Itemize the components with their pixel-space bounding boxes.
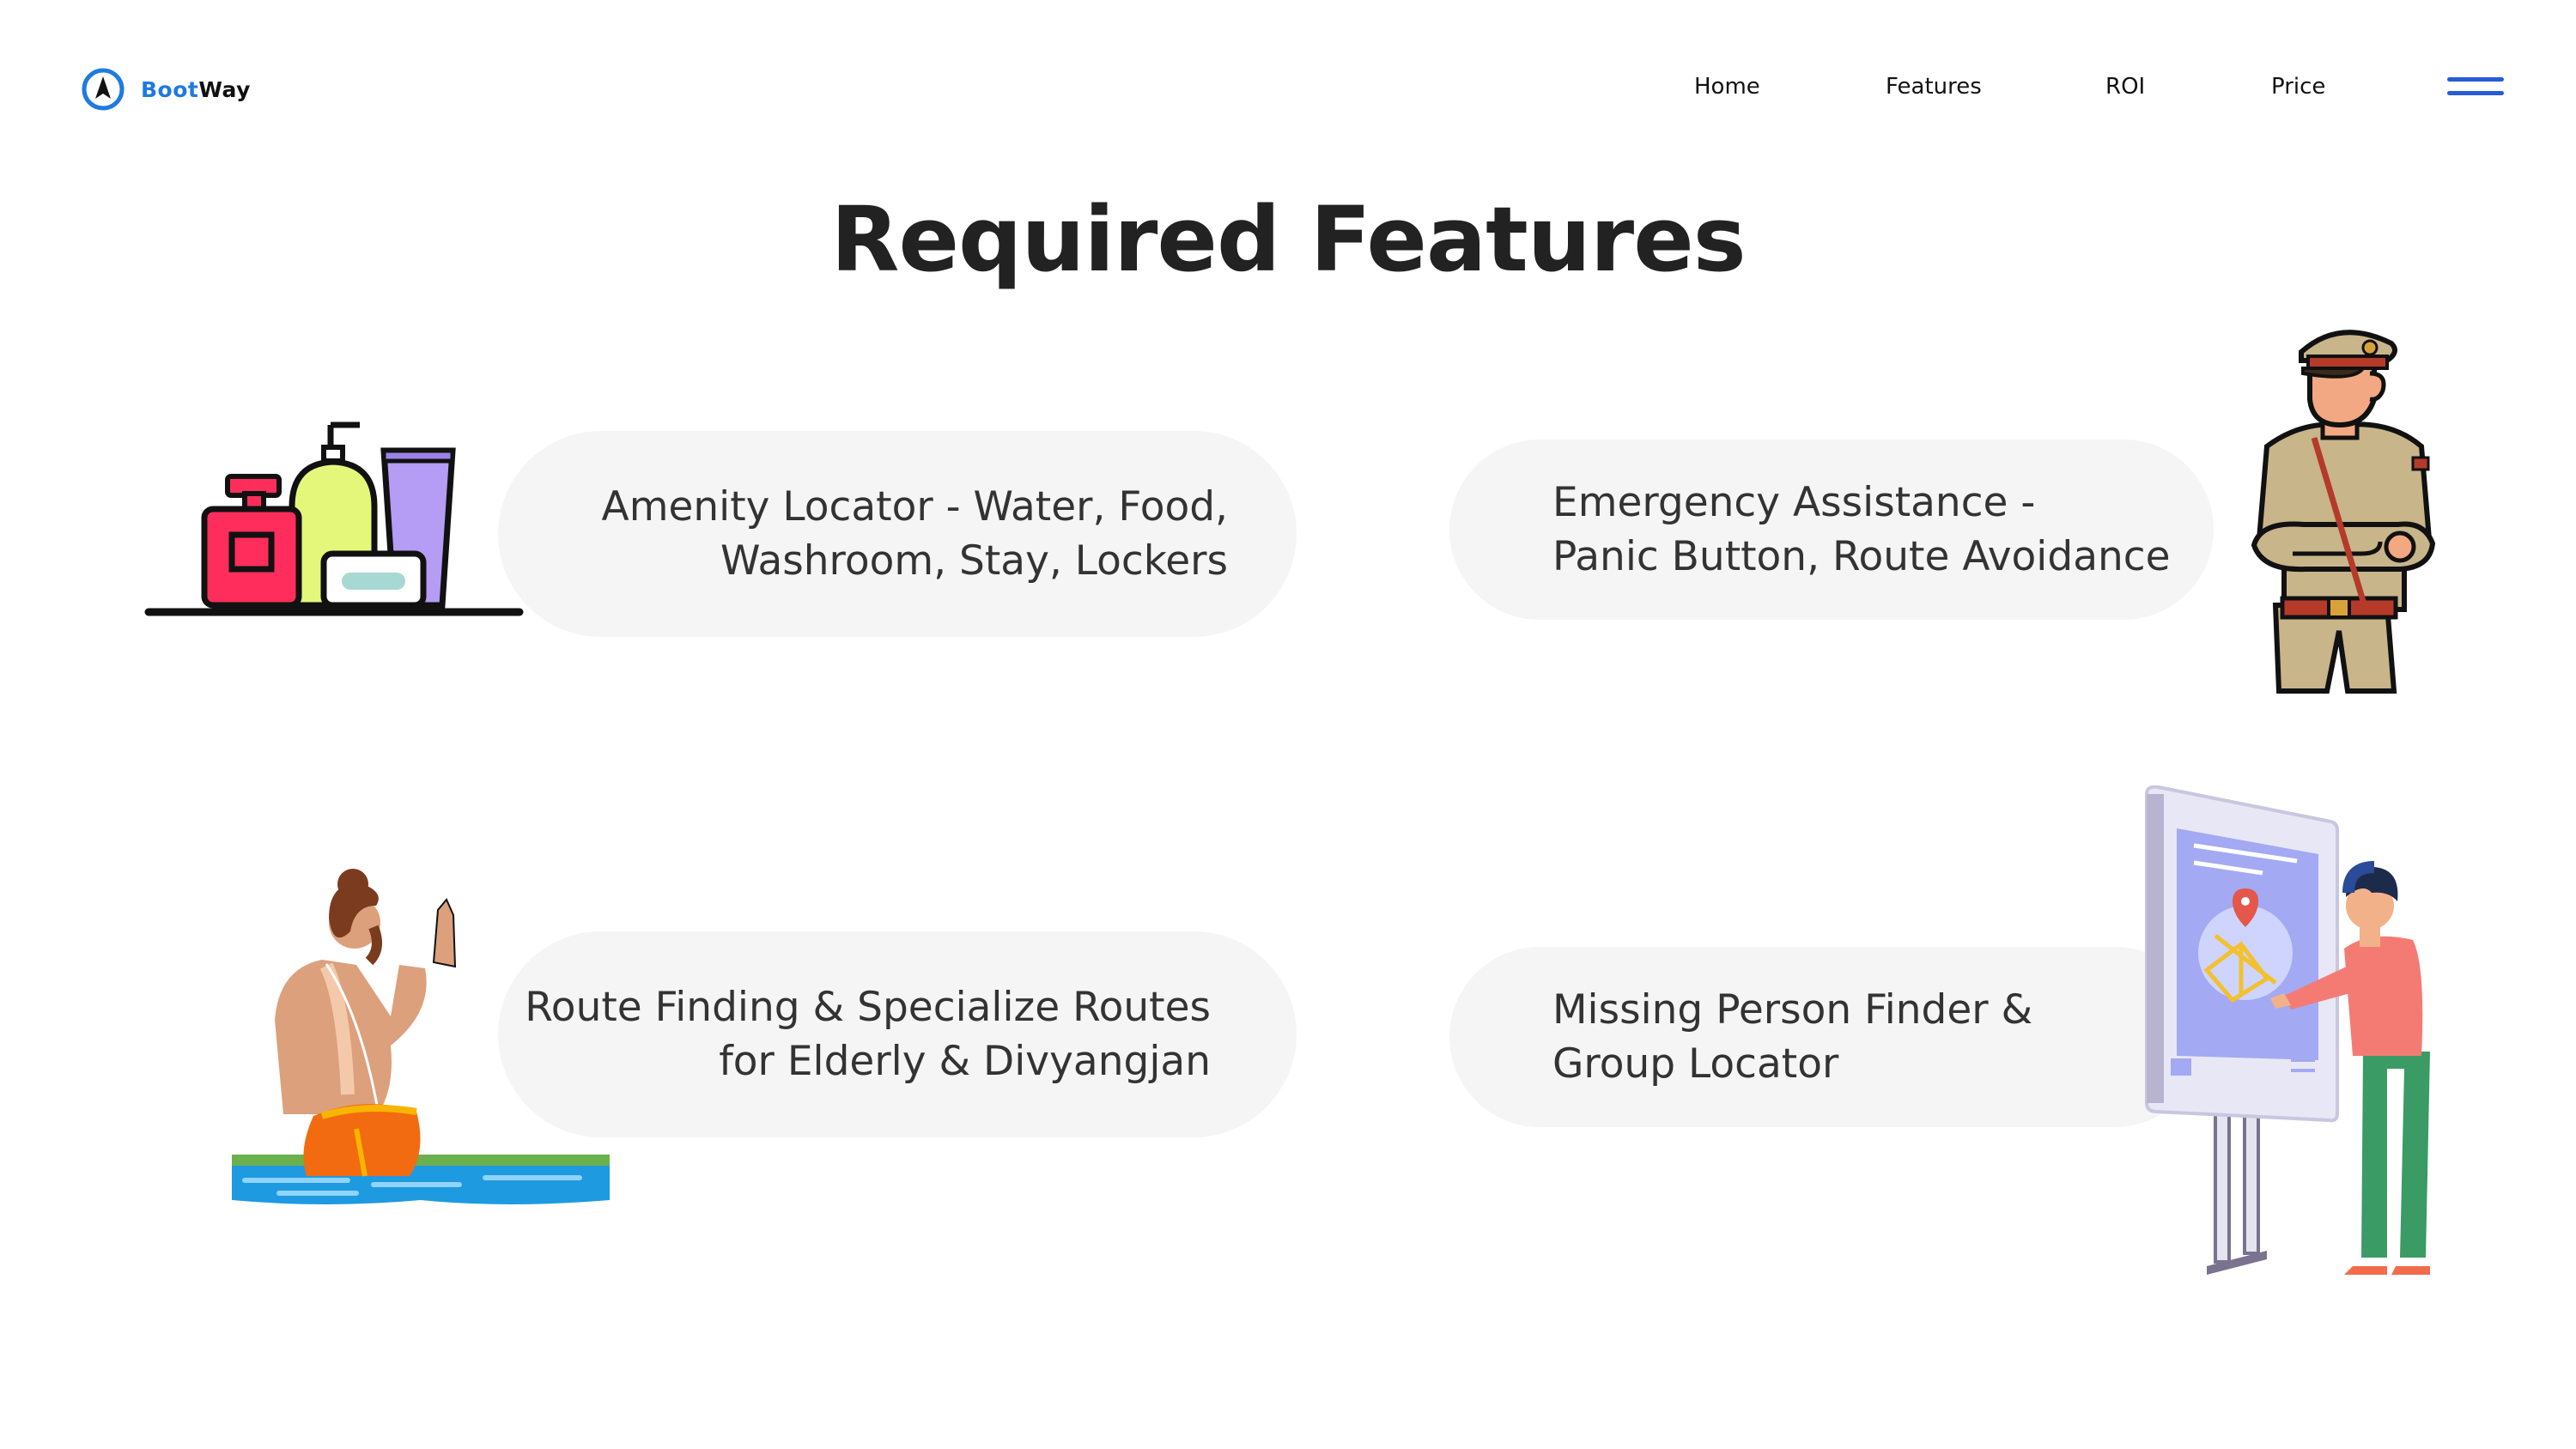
brand-logo[interactable]: BootWay	[81, 67, 251, 112]
feature-card-emergency: Emergency Assistance - Panic Button, Rou…	[1449, 440, 2214, 620]
hamburger-menu-icon[interactable]	[2447, 77, 2504, 98]
nav-roi[interactable]: ROI	[2105, 74, 2145, 100]
feature-card-route: Route Finding & Specialize Routes for El…	[498, 931, 1297, 1137]
feature-card-missing-person: Missing Person Finder & Group Locator	[1449, 947, 2205, 1127]
feature-text-line2: for Elderly & Divyangjan	[719, 1038, 1211, 1085]
feature-text-line2: Group Locator	[1552, 1040, 1839, 1088]
brand-name-part2: Way	[198, 76, 251, 102]
police-officer-icon	[2251, 330, 2436, 694]
feature-card-amenity: Amenity Locator - Water, Food, Washroom,…	[498, 431, 1297, 637]
feature-text-line1: Emergency Assistance -	[1552, 479, 2036, 526]
feature-text-line1: Amenity Locator - Water, Food,	[601, 483, 1228, 530]
compass-logo-icon	[82, 68, 125, 111]
feature-text-line2: Washroom, Stay, Lockers	[720, 537, 1228, 585]
nav-home[interactable]: Home	[1694, 74, 1760, 100]
page-title: Required Features	[830, 187, 1746, 292]
brand-name: BootWay	[141, 77, 251, 102]
feature-text-line1: Route Finding & Specialize Routes	[525, 984, 1211, 1031]
brand-name-part1: Boot	[141, 76, 199, 102]
pilgrim-bathing-icon	[232, 869, 610, 1204]
nav-price[interactable]: Price	[2271, 74, 2325, 100]
nav-features[interactable]: Features	[1886, 74, 1982, 100]
feature-text-line2: Panic Button, Route Avoidance	[1552, 533, 2171, 580]
feature-text-line1: Missing Person Finder &	[1552, 986, 2033, 1034]
toiletries-icon	[144, 421, 524, 616]
map-kiosk-icon	[2145, 785, 2430, 1275]
